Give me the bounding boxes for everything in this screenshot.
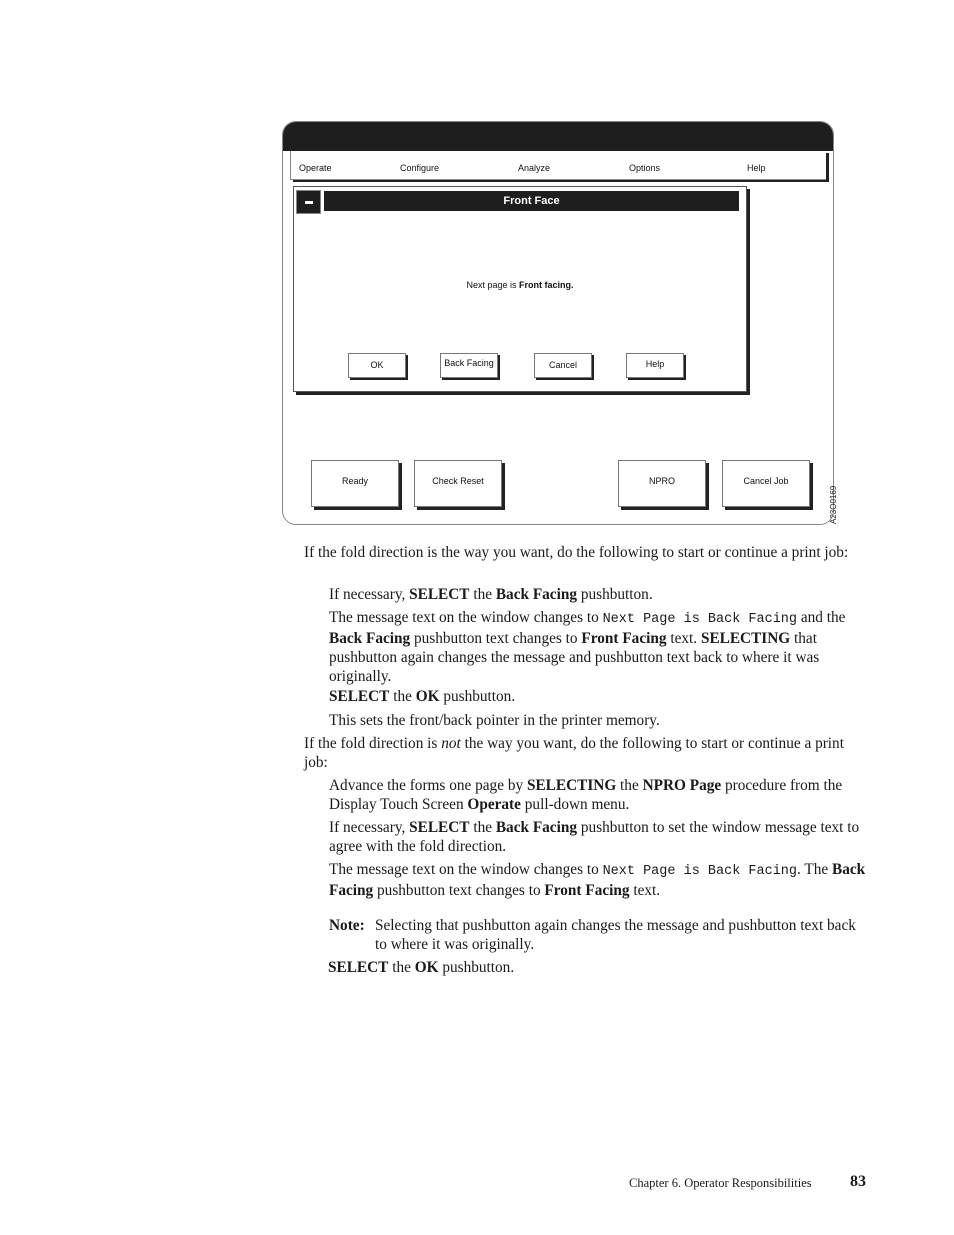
paragraph-fold-not-ok: If the fold direction is not the way you… [304, 735, 844, 771]
menu-bar: Operate Configure Analyze Options Help [290, 151, 826, 180]
menu-analyze[interactable]: Analyze [518, 163, 550, 173]
footer-chapter: Chapter 6. Operator Responsibilities [629, 1176, 812, 1190]
dialog-title: Front Face [324, 191, 739, 211]
step-advance-forms: Advance the forms one page by SELECTING … [329, 777, 843, 813]
step-message-changes: The message text on the window changes t… [329, 609, 846, 685]
npro-button[interactable]: NPRO [618, 460, 706, 507]
step-message-changes-2: The message text on the window changes t… [329, 861, 866, 899]
menu-operate[interactable]: Operate [299, 163, 332, 173]
step-select-back-facing: If necessary, SELECT the Back Facing pus… [329, 586, 653, 603]
system-menu-button[interactable] [296, 190, 321, 214]
step-select-ok-2: SELECT the OK pushbutton. [328, 959, 515, 976]
ready-button[interactable]: Ready [311, 460, 399, 507]
note-label: Note: [329, 917, 365, 934]
check-reset-button[interactable]: Check Reset [414, 460, 502, 507]
message-value: Front facing. [519, 280, 574, 290]
page-number: 83 [850, 1173, 866, 1190]
ok-button[interactable]: OK [348, 353, 406, 378]
note-text: Selecting that pushbutton again changes … [375, 917, 856, 953]
dialog-message: Next page is Front facing. [294, 280, 746, 290]
cancel-job-button[interactable]: Cancel Job [722, 460, 810, 507]
front-face-dialog: Front Face Next page is Front facing. OK… [293, 186, 747, 392]
back-facing-button[interactable]: Back Facing [440, 353, 498, 378]
help-button[interactable]: Help [626, 353, 684, 378]
minus-icon [305, 201, 313, 204]
menu-configure[interactable]: Configure [400, 163, 439, 173]
title-bar [283, 122, 833, 151]
display-touch-screen-figure: Operate Configure Analyze Options Help F… [282, 121, 834, 525]
step-select-ok: SELECT the OK pushbutton. [329, 688, 516, 705]
menu-options[interactable]: Options [629, 163, 660, 173]
figure-id: A23O0169 [829, 485, 838, 524]
paragraph-fold-ok: If the fold direction is the way you wan… [304, 544, 849, 561]
note: Note: Selecting that pushbutton again ch… [329, 916, 869, 954]
step-sets-pointer: This sets the front/back pointer in the … [329, 712, 660, 729]
step-select-back-facing-2: If necessary, SELECT the Back Facing pus… [329, 819, 860, 855]
menu-help[interactable]: Help [747, 163, 766, 173]
message-prefix: Next page is [466, 280, 517, 290]
cancel-button[interactable]: Cancel [534, 353, 592, 378]
